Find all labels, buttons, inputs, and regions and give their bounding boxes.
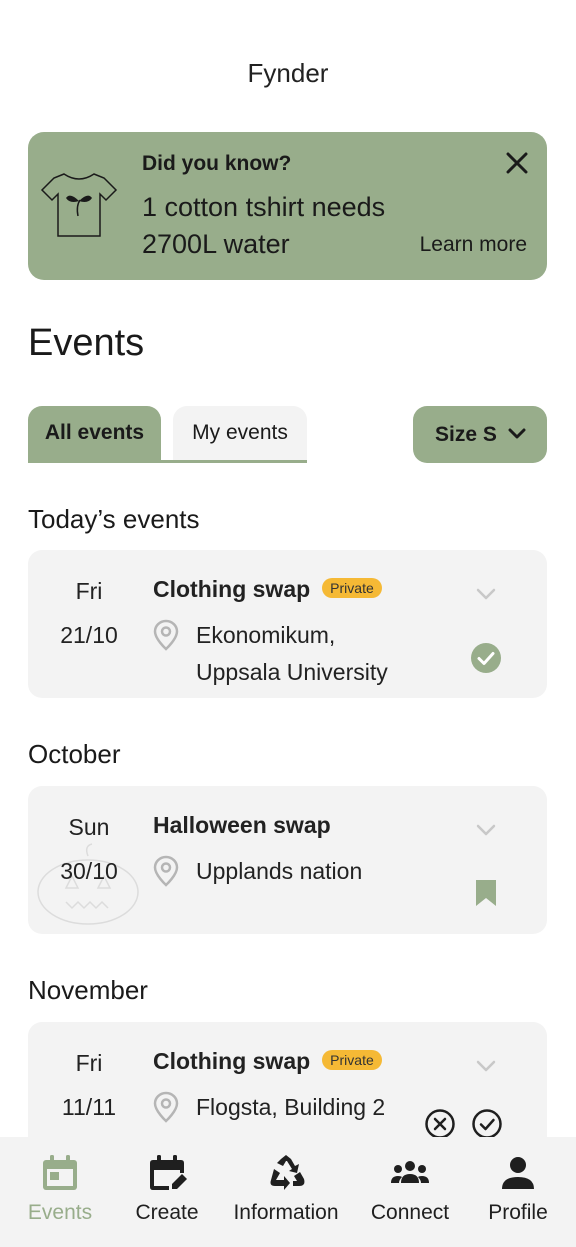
- nav-information[interactable]: Information: [226, 1137, 346, 1247]
- nav-label-create: Create: [135, 1201, 199, 1224]
- banner-fact-line-2: 2700L water: [142, 229, 290, 259]
- event-card[interactable]: Fri 21/10 Clothing swap Private Ekonomiku…: [28, 550, 547, 698]
- private-badge: Private: [322, 1050, 382, 1070]
- nav-label-information: Information: [233, 1201, 339, 1224]
- group-title-today: Today’s events: [28, 504, 200, 534]
- recycle-icon: [270, 1155, 305, 1190]
- bottom-nav: Events Create Information Connect Profil…: [0, 1137, 576, 1247]
- person-icon: [502, 1157, 534, 1189]
- nav-profile[interactable]: Profile: [478, 1137, 558, 1247]
- accept-circle-icon[interactable]: [471, 1108, 503, 1140]
- event-tabs: All events My events: [28, 406, 307, 463]
- size-filter-dropdown[interactable]: Size S: [413, 406, 547, 463]
- event-name-row: Halloween swap: [153, 812, 331, 839]
- private-badge: Private: [322, 578, 382, 598]
- event-name: Halloween swap: [153, 812, 331, 838]
- nav-create[interactable]: Create: [122, 1137, 212, 1247]
- event-weekday: Fri: [75, 1050, 103, 1076]
- event-name: Clothing swap: [153, 1048, 311, 1074]
- group-title-november: November: [28, 975, 148, 1005]
- event-location-line-1: Ekonomikum,: [196, 622, 336, 648]
- location-pin-icon: [153, 619, 179, 651]
- people-icon: [391, 1161, 429, 1183]
- size-filter-label: Size S: [435, 422, 497, 446]
- calendar-edit-icon: [150, 1155, 187, 1190]
- nav-label-profile: Profile: [488, 1201, 548, 1224]
- tshirt-plant-icon: [40, 173, 118, 237]
- learn-more-link[interactable]: Learn more: [420, 233, 527, 257]
- event-date: 21/10: [60, 622, 118, 648]
- banner-fact-line-1: 1 cotton tshirt needs: [142, 192, 386, 222]
- tab-my-events[interactable]: My events: [173, 406, 307, 460]
- event-name-row: Clothing swap Private: [153, 1048, 382, 1075]
- app-title: Fynder: [247, 58, 329, 88]
- chevron-down-icon: [508, 428, 526, 439]
- nav-connect[interactable]: Connect: [362, 1137, 458, 1247]
- tab-underline: [28, 460, 307, 463]
- event-name: Clothing swap: [153, 576, 311, 602]
- nav-label-connect: Connect: [370, 1201, 450, 1224]
- event-location-line-1: Flogsta, Building 2: [196, 1094, 386, 1120]
- close-icon[interactable]: [502, 148, 532, 178]
- chevron-down-icon[interactable]: [475, 1059, 497, 1073]
- nav-label-events: Events: [27, 1201, 93, 1224]
- did-you-know-banner: Did you know? 1 cotton tshirt needs 2700…: [28, 132, 547, 280]
- event-location: Ekonomikum, Uppsala University: [196, 617, 388, 691]
- decline-circle-icon[interactable]: [424, 1108, 456, 1140]
- event-weekday: Fri: [75, 578, 103, 604]
- event-location-line-1: Upplands nation: [196, 858, 363, 884]
- banner-title: Did you know?: [142, 152, 292, 175]
- event-weekday: Sun: [68, 814, 110, 840]
- location-pin-icon: [153, 855, 179, 887]
- location-pin-icon: [153, 1091, 179, 1123]
- chevron-down-icon[interactable]: [475, 823, 497, 837]
- calendar-icon: [43, 1155, 77, 1190]
- chevron-down-icon[interactable]: [475, 587, 497, 601]
- event-location-line-2: Uppsala University: [196, 659, 388, 685]
- event-location: Flogsta, Building 2: [196, 1089, 385, 1126]
- event-date: 30/10: [60, 858, 118, 884]
- event-name-row: Clothing swap Private: [153, 576, 382, 603]
- event-date: 11/11: [61, 1094, 117, 1120]
- nav-events[interactable]: Events: [14, 1137, 106, 1247]
- event-location: Upplands nation: [196, 853, 362, 890]
- check-circle-icon: [471, 643, 501, 673]
- group-title-october: October: [28, 739, 121, 769]
- page-title: Events: [28, 322, 145, 364]
- event-card[interactable]: Sun 30/10 Halloween swap Upplands nation: [28, 786, 547, 934]
- tab-all-events[interactable]: All events: [28, 406, 161, 460]
- bookmark-icon[interactable]: [474, 879, 498, 907]
